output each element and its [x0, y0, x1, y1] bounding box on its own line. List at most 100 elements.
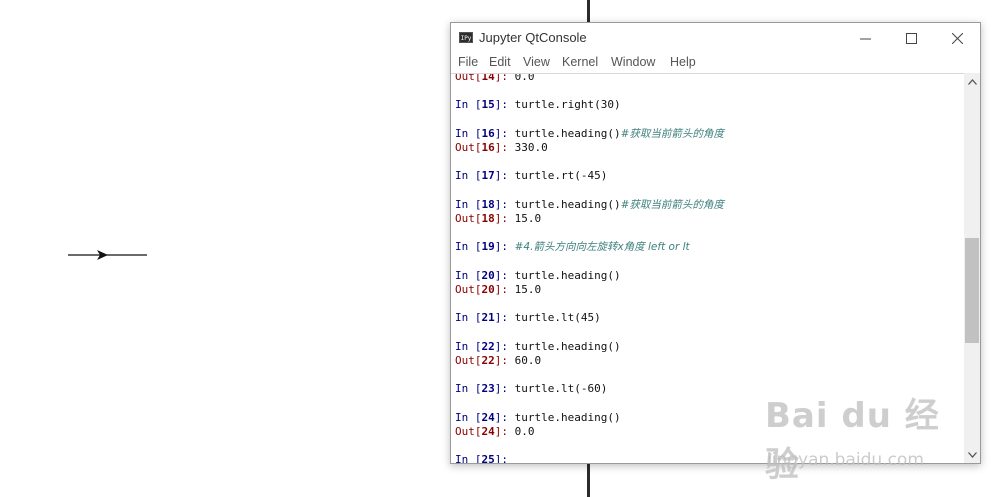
output-prompt: Out[ — [455, 424, 482, 438]
output-cell-line: Out[24]: 0.0 — [455, 425, 960, 439]
menu-bar: File Edit View Kernel Window Help — [451, 53, 980, 73]
chevron-up-icon — [967, 78, 977, 85]
input-cell-line: In [21]: turtle.lt(45) — [455, 311, 960, 325]
output-prompt: Out[ — [455, 73, 482, 83]
output-prompt: Out[ — [455, 140, 482, 154]
minimize-button[interactable] — [842, 23, 888, 53]
output-value: 60.0 — [514, 353, 542, 367]
console-output-area[interactable]: Out[14]: 0.0 In [15]: turtle.right(30) I… — [451, 73, 964, 463]
input-prompt: ]: — [494, 410, 515, 424]
input-prompt: ]: — [494, 126, 515, 140]
output-prompt: ]: — [494, 140, 515, 154]
output-prompt-number: 18 — [481, 211, 495, 225]
maximize-icon — [905, 32, 917, 44]
input-cell-line: In [22]: turtle.heading() — [455, 340, 960, 354]
code-text: ) — [600, 169, 608, 183]
close-icon — [951, 32, 963, 44]
menu-view[interactable]: View — [523, 55, 550, 69]
console-lines: Out[14]: 0.0 In [15]: turtle.right(30) I… — [455, 73, 960, 463]
input-prompt: ]: — [494, 268, 515, 282]
input-prompt: In [ — [455, 382, 482, 396]
code-text: turtle.heading() — [514, 339, 621, 353]
code-text: ) — [600, 382, 608, 396]
menu-edit[interactable]: Edit — [489, 55, 511, 69]
code-comment: #获取当前箭头的角度 — [620, 127, 724, 140]
input-prompt: In [ — [455, 98, 482, 112]
output-cell-line: Out[22]: 60.0 — [455, 354, 960, 368]
input-cell-line: In [23]: turtle.lt(-60) — [455, 382, 960, 396]
code-text: -60 — [580, 382, 601, 396]
menu-kernel[interactable]: Kernel — [562, 55, 598, 69]
input-prompt: In [ — [455, 410, 482, 424]
input-prompt: ]: — [494, 311, 515, 325]
input-prompt-number: 25 — [481, 453, 495, 463]
output-prompt: ]: — [494, 424, 515, 438]
input-prompt-number: 16 — [481, 126, 495, 140]
code-comment: #4.箭头方向向左旋转x角度 left or lt — [514, 241, 690, 254]
output-prompt-number: 14 — [481, 73, 495, 83]
input-prompt: ]: — [494, 339, 515, 353]
input-prompt: ]: — [494, 453, 515, 463]
input-prompt: In [ — [455, 453, 482, 463]
output-prompt-number: 20 — [481, 282, 495, 296]
output-cell-line: Out[20]: 15.0 — [455, 283, 960, 297]
output-prompt-number: 16 — [481, 140, 495, 154]
code-text: turtle.heading() — [514, 197, 621, 211]
input-prompt: In [ — [455, 268, 482, 282]
output-prompt: ]: — [494, 211, 515, 225]
input-prompt: In [ — [455, 240, 482, 254]
scroll-up-button[interactable] — [964, 73, 980, 90]
code-text: turtle.heading() — [514, 126, 621, 140]
input-prompt: ]: — [494, 197, 515, 211]
window-title: Jupyter QtConsole — [479, 30, 587, 45]
input-prompt: In [ — [455, 126, 482, 140]
output-prompt: ]: — [494, 73, 515, 83]
input-prompt-number: 15 — [481, 98, 495, 112]
input-cell-line: In [17]: turtle.rt(-45) — [455, 169, 960, 183]
input-cell-line: In [18]: turtle.heading()#获取当前箭头的角度 — [455, 198, 960, 212]
output-value: 15.0 — [514, 282, 542, 296]
input-prompt-number: 22 — [481, 339, 495, 353]
title-bar[interactable]: IPy Jupyter QtConsole — [451, 23, 980, 53]
close-button[interactable] — [934, 23, 980, 53]
input-prompt: In [ — [455, 169, 482, 183]
scroll-thumb[interactable] — [965, 238, 979, 343]
scroll-down-button[interactable] — [964, 446, 980, 463]
output-value: 0.0 — [514, 73, 535, 83]
input-prompt-number: 19 — [481, 240, 495, 254]
output-prompt: Out[ — [455, 353, 482, 367]
chevron-down-icon — [967, 451, 977, 458]
output-value: 15.0 — [514, 211, 542, 225]
menu-file[interactable]: File — [458, 55, 478, 69]
input-prompt: In [ — [455, 339, 482, 353]
menu-window[interactable]: Window — [611, 55, 655, 69]
output-value: 0.0 — [514, 424, 535, 438]
vertical-scrollbar[interactable] — [964, 73, 980, 463]
code-text: turtle.lt( — [514, 311, 581, 325]
output-cell-line: Out[14]: 0.0 — [455, 73, 960, 84]
output-prompt: Out[ — [455, 211, 482, 225]
input-prompt: ]: — [494, 169, 515, 183]
maximize-button[interactable] — [888, 23, 934, 53]
menu-help[interactable]: Help — [670, 55, 696, 69]
input-prompt: In [ — [455, 197, 482, 211]
minimize-icon — [859, 38, 871, 39]
code-text: turtle.heading() — [514, 410, 621, 424]
output-cell-line: Out[16]: 330.0 — [455, 141, 960, 155]
code-text: ) — [613, 98, 621, 112]
input-prompt: ]: — [494, 382, 515, 396]
output-prompt: ]: — [494, 353, 515, 367]
input-prompt: ]: — [494, 240, 515, 254]
output-prompt: Out[ — [455, 282, 482, 296]
qtconsole-window: IPy Jupyter QtConsole File Edit View Ker… — [450, 22, 981, 464]
input-cell-line: In [24]: turtle.heading() — [455, 411, 960, 425]
